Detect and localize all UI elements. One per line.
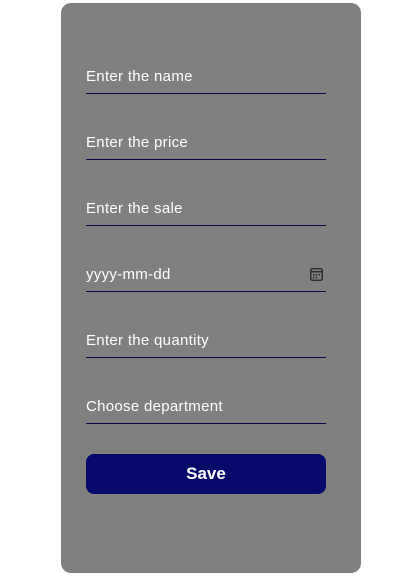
calendar-icon[interactable]: [310, 268, 323, 281]
name-input[interactable]: [86, 63, 306, 91]
department-input[interactable]: [86, 393, 306, 421]
price-field[interactable]: Enter the price: [86, 129, 326, 160]
product-form-card: Enter the name Enter the price Enter the…: [61, 3, 361, 573]
sale-field[interactable]: Enter the sale: [86, 195, 326, 226]
save-button[interactable]: Save: [86, 454, 326, 494]
date-field[interactable]: yyyy-mm-dd: [86, 261, 326, 292]
quantity-field[interactable]: Enter the quantity: [86, 327, 326, 358]
department-field[interactable]: Choose department: [86, 393, 326, 424]
price-input[interactable]: [86, 129, 306, 157]
sale-input[interactable]: [86, 195, 306, 223]
date-input[interactable]: [86, 261, 306, 289]
name-field[interactable]: Enter the name: [86, 63, 326, 94]
quantity-input[interactable]: [86, 327, 306, 355]
